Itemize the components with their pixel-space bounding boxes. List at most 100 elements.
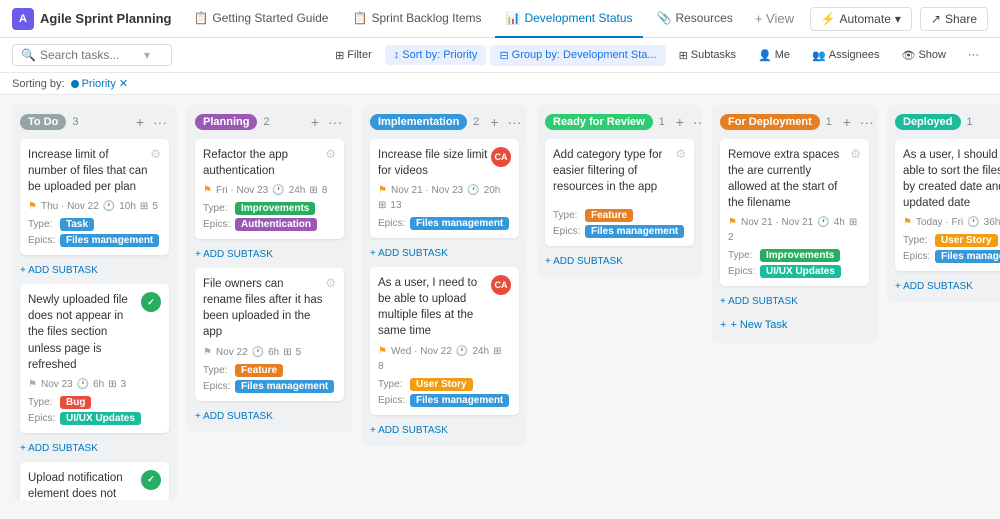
- card-impl-2[interactable]: As a user, I need to be able to upload m…: [370, 267, 519, 414]
- epics-row: Epics: UI/UX Updates: [28, 412, 161, 425]
- card-settings-icon[interactable]: ⚙: [325, 276, 336, 290]
- tab-getting-started[interactable]: 📋 Getting Started Guide: [183, 0, 338, 38]
- card-settings-icon[interactable]: ⚙: [150, 147, 161, 161]
- toolbar: 🔍 ▾ ⊞ Filter ↕ Sort by: Priority ⊟ Group…: [0, 38, 1000, 73]
- card-impl-1[interactable]: Increase file size limit for videos CA ⚑…: [370, 139, 519, 238]
- column-add-review[interactable]: +: [671, 113, 689, 131]
- column-planning: Planning 2 + ··· Refactor the app authen…: [187, 105, 352, 432]
- add-subtask-impl-1[interactable]: + ADD SUBTASK: [370, 246, 519, 261]
- column-actions-review: + ···: [671, 113, 702, 131]
- column-count-planning: 2: [263, 116, 269, 128]
- epics-badge: Files management: [410, 394, 509, 407]
- clock-icon: 🕐: [272, 185, 284, 196]
- epics-badge: Files management: [235, 380, 334, 393]
- add-subtask-planning-2[interactable]: + ADD SUBTASK: [195, 409, 344, 424]
- column-more-planning[interactable]: ···: [326, 113, 344, 131]
- card-date: Wed · Nov 22: [391, 346, 452, 357]
- column-deployment: For Deployment 1 + ··· Remove extra spac…: [712, 105, 877, 343]
- card-todo-2[interactable]: Newly uploaded file does not appear in t…: [20, 284, 169, 432]
- column-more-deployment[interactable]: ···: [858, 113, 876, 131]
- sort-button[interactable]: ↕ Sort by: Priority: [385, 45, 487, 65]
- card-deployment-1[interactable]: Remove extra spaces the are currently al…: [720, 139, 869, 286]
- card-date: Fri · Nov 23: [216, 185, 268, 196]
- card-todo-3[interactable]: Upload notification element does not clo…: [20, 462, 169, 500]
- card-meta: ⚑ Wed · Nov 22 🕐 24h ⊞ 8: [378, 346, 511, 372]
- add-subtask-review-1[interactable]: + ADD SUBTASK: [545, 254, 694, 269]
- subtask-icon: ⊞: [679, 49, 688, 62]
- sort-tag-priority: Priority ✕: [71, 77, 128, 90]
- column-more-review[interactable]: ···: [691, 113, 702, 131]
- plus-icon: +: [720, 319, 726, 331]
- type-badge: Task: [60, 218, 94, 231]
- type-badge: Feature: [585, 209, 633, 222]
- add-subtask-todo-2[interactable]: + ADD SUBTASK: [20, 441, 169, 456]
- search-input[interactable]: [40, 48, 140, 62]
- epics-row: Epics: Files management: [28, 234, 161, 247]
- column-review: Ready for Review 1 + ··· Add category ty…: [537, 105, 702, 277]
- add-subtask-deployed-1[interactable]: + ADD SUBTASK: [895, 279, 1000, 294]
- card-todo-1[interactable]: Increase limit of number of files that c…: [20, 139, 169, 255]
- search-icon: 🔍: [21, 48, 36, 62]
- subtasks-button[interactable]: ⊞ Subtasks: [670, 45, 745, 66]
- search-box[interactable]: 🔍 ▾: [12, 44, 172, 66]
- column-badge-deployment: For Deployment: [720, 114, 820, 130]
- type-badge: Improvements: [760, 249, 840, 262]
- epics-row: Epics: UI/UX Updates: [728, 265, 861, 278]
- toolbar-right: ⊞ Filter ↕ Sort by: Priority ⊟ Group by:…: [326, 45, 988, 66]
- card-deployed-1[interactable]: As a user, I should be able to sort the …: [895, 139, 1000, 271]
- filter-button[interactable]: ⊞ Filter: [326, 45, 381, 66]
- filter-icon: ⊞: [335, 49, 344, 62]
- column-badge-implementation: Implementation: [370, 114, 467, 130]
- me-button[interactable]: 👤 Me: [749, 45, 799, 66]
- column-header-review: Ready for Review 1 + ···: [545, 113, 694, 131]
- card-meta: ⚑ Nov 21 · Nov 23 🕐 20h ⊞ 13: [378, 185, 511, 211]
- column-header-planning: Planning 2 + ···: [195, 113, 344, 131]
- card-review-1[interactable]: Add category type for easier filtering o…: [545, 139, 694, 246]
- type-badge: Feature: [235, 364, 283, 377]
- flag-icon: ⚑: [903, 217, 912, 228]
- app-logo-icon: A: [12, 8, 34, 30]
- card-settings-icon[interactable]: ⚙: [675, 147, 686, 161]
- add-subtask-planning-1[interactable]: + ADD SUBTASK: [195, 247, 344, 262]
- top-nav: A Agile Sprint Planning 📋 Getting Starte…: [0, 0, 1000, 38]
- card-settings-icon[interactable]: ⚙: [850, 147, 861, 161]
- flag-icon: ⚑: [28, 201, 37, 212]
- epics-row: Epics: Authentication: [203, 218, 336, 231]
- assignees-button[interactable]: 👥 Assignees: [803, 45, 888, 66]
- sort-bar-label: Sorting by:: [12, 78, 65, 90]
- add-subtask-deployment-1[interactable]: + ADD SUBTASK: [720, 294, 869, 309]
- tab-development-status[interactable]: 📊 Development Status: [495, 0, 642, 38]
- type-row: Type: User Story: [903, 234, 1000, 247]
- column-add-implementation[interactable]: +: [485, 113, 503, 131]
- group-button[interactable]: ⊟ Group by: Development Sta...: [490, 45, 665, 66]
- show-button[interactable]: 👁 Show: [893, 45, 956, 66]
- card-planning-1[interactable]: Refactor the app authentication ⚙ ⚑ Fri …: [195, 139, 344, 239]
- tab-icon: 📎: [657, 11, 672, 25]
- card-date: Nov 22: [216, 347, 248, 358]
- add-subtask-todo-1[interactable]: + ADD SUBTASK: [20, 263, 169, 278]
- epics-badge: Files management: [60, 234, 159, 247]
- column-implementation: Implementation 2 + ··· Increase file siz…: [362, 105, 527, 446]
- add-view-button[interactable]: + View: [751, 7, 798, 30]
- column-add-deployment[interactable]: +: [838, 113, 856, 131]
- column-more-implementation[interactable]: ···: [505, 113, 523, 131]
- new-task-button[interactable]: + + New Task: [720, 315, 869, 335]
- card-planning-2[interactable]: File owners can rename files after it ha…: [195, 268, 344, 400]
- column-more-todo[interactable]: ···: [151, 113, 169, 131]
- add-subtask-impl-2[interactable]: + ADD SUBTASK: [370, 423, 519, 438]
- column-add-planning[interactable]: +: [306, 113, 324, 131]
- share-button[interactable]: ↗ Share: [920, 7, 988, 31]
- automate-button[interactable]: ⚡ Automate ▾: [810, 7, 912, 31]
- card-avatar: ✓: [141, 292, 161, 312]
- card-subtasks: 2: [728, 232, 734, 243]
- card-tags: Type: Improvements Epics: UI/UX Updates: [728, 249, 861, 278]
- column-add-todo[interactable]: +: [131, 113, 149, 131]
- kanban-board: To Do 3 + ··· Increase limit of number o…: [0, 95, 1000, 510]
- close-icon[interactable]: ✕: [119, 77, 128, 90]
- card-date: Nov 21 · Nov 21: [741, 217, 813, 228]
- tab-resources[interactable]: 📎 Resources: [647, 0, 743, 38]
- tab-sprint-backlog[interactable]: 📋 Sprint Backlog Items: [342, 0, 491, 38]
- epics-badge: Authentication: [235, 218, 317, 231]
- card-settings-icon[interactable]: ⚙: [325, 147, 336, 161]
- more-button[interactable]: ···: [959, 45, 988, 65]
